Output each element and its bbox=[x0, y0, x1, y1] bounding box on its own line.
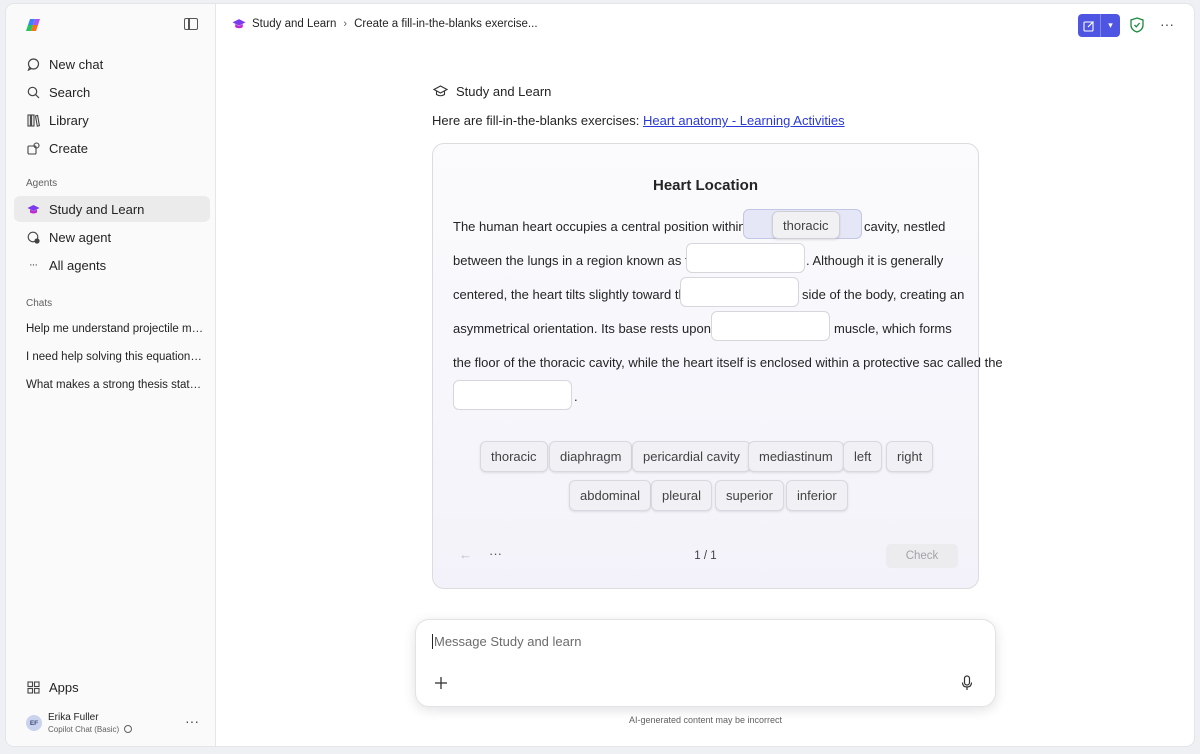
agent-study-and-learn[interactable]: Study and Learn bbox=[14, 196, 210, 222]
search-icon bbox=[26, 85, 40, 99]
new-chat-split-button[interactable]: ▾ bbox=[1078, 14, 1120, 37]
chat-bubble-icon bbox=[26, 57, 40, 71]
check-button[interactable]: Check bbox=[886, 544, 958, 568]
exercise-text: . Although it is generally bbox=[806, 253, 944, 268]
user-name: Erika Fuller bbox=[48, 712, 99, 723]
nav-search-label: Search bbox=[49, 84, 91, 100]
info-icon[interactable] bbox=[124, 725, 133, 733]
copilot-logo-icon[interactable] bbox=[26, 17, 42, 33]
exercise-text: The human heart occupies a central posit… bbox=[453, 219, 768, 234]
plus-icon[interactable] bbox=[434, 676, 448, 690]
nav-library-label: Library bbox=[49, 112, 89, 128]
nav-new-chat[interactable]: New chat bbox=[14, 51, 210, 77]
exercise-title: Heart Location bbox=[652, 177, 758, 194]
breadcrumb-current[interactable]: Create a fill-in-the-blanks exercise... bbox=[354, 18, 537, 30]
chat-item[interactable]: I need help solving this equation 3x... bbox=[26, 351, 204, 363]
exercise-text: . bbox=[574, 389, 578, 404]
agent-all-label: All agents bbox=[49, 257, 107, 273]
create-icon bbox=[26, 141, 40, 155]
agent-new[interactable]: New agent bbox=[14, 224, 210, 250]
user-plan-label: Copilot Chat (Basic) bbox=[48, 725, 120, 734]
chevron-down-icon[interactable]: ▾ bbox=[1101, 14, 1120, 37]
nav-search[interactable]: Search bbox=[14, 79, 210, 105]
learning-activities-link[interactable]: Heart anatomy - Learning Activities bbox=[643, 113, 845, 128]
blank-5[interactable] bbox=[453, 380, 572, 410]
blank-2[interactable] bbox=[686, 243, 805, 273]
more-options-icon[interactable]: ··· bbox=[1160, 16, 1174, 32]
exercise-text: muscle, which forms bbox=[834, 321, 952, 336]
nav-new-chat-label: New chat bbox=[49, 56, 104, 72]
nav-create[interactable]: Create bbox=[14, 135, 210, 161]
user-plan: Copilot Chat (Basic) bbox=[48, 725, 133, 734]
word-bank-chip[interactable]: abdominal bbox=[569, 480, 651, 511]
message-input[interactable] bbox=[432, 634, 952, 649]
message-composer bbox=[415, 619, 996, 707]
word-bank-chip[interactable]: thoracic bbox=[480, 441, 548, 472]
answer-chip[interactable]: thoracic bbox=[772, 211, 840, 239]
shield-check-icon[interactable] bbox=[1130, 17, 1144, 33]
microphone-icon[interactable] bbox=[961, 675, 973, 691]
blank-3[interactable] bbox=[680, 277, 799, 307]
agent-study-and-learn-label: Study and Learn bbox=[49, 201, 145, 217]
sidebar: New chat Search Library Create Agents St… bbox=[6, 4, 216, 746]
agents-section-label: Agents bbox=[26, 178, 58, 189]
word-bank-chip[interactable]: pleural bbox=[651, 480, 713, 511]
chats-section-label: Chats bbox=[26, 298, 53, 309]
exercise-text: centered, the heart tilts slightly towar… bbox=[453, 287, 693, 302]
breadcrumb: Study and Learn › Create a fill-in-the-b… bbox=[232, 18, 538, 30]
word-bank-chip[interactable]: right bbox=[886, 441, 934, 472]
agent-title: Study and Learn bbox=[456, 84, 552, 99]
user-profile[interactable]: EF Erika Fuller Copilot Chat (Basic) bbox=[26, 712, 133, 734]
exercise-text: side of the body, creating an bbox=[802, 287, 965, 302]
nav-create-label: Create bbox=[49, 140, 89, 156]
chat-item[interactable]: Help me understand projectile moti... bbox=[26, 323, 204, 335]
ai-disclaimer: AI-generated content may be incorrect bbox=[628, 715, 783, 725]
word-bank-chip[interactable]: mediastinum bbox=[748, 441, 844, 472]
user-more-icon[interactable]: ··· bbox=[185, 713, 199, 729]
exercise-text: between the lungs in a region known as t… bbox=[453, 253, 704, 268]
exercise-text: the floor of the thoracic cavity, while … bbox=[453, 355, 1003, 370]
avatar: EF bbox=[26, 715, 42, 731]
chevron-right-icon: › bbox=[343, 18, 348, 30]
agent-all[interactable]: ··· All agents bbox=[14, 252, 210, 278]
word-bank-chip[interactable]: inferior bbox=[786, 480, 848, 511]
agent-heading: Study and Learn bbox=[433, 84, 551, 99]
fill-in-blanks-card: Heart Location The human heart occupies … bbox=[432, 143, 1003, 589]
library-icon bbox=[26, 113, 40, 127]
app-window: New chat Search Library Create Agents St… bbox=[6, 4, 1194, 746]
nav-library[interactable]: Library bbox=[14, 107, 210, 133]
nav-apps[interactable]: Apps bbox=[14, 674, 210, 700]
more-icon: ··· bbox=[29, 259, 38, 271]
agent-new-label: New agent bbox=[49, 229, 112, 245]
exercise-text: asymmetrical orientation. Its base rests… bbox=[453, 321, 733, 336]
word-bank-chip[interactable]: pericardial cavity bbox=[632, 441, 751, 472]
graduation-cap-icon bbox=[26, 202, 40, 216]
blank-4[interactable] bbox=[711, 311, 830, 341]
top-bar: Study and Learn › Create a fill-in-the-b… bbox=[217, 4, 1194, 48]
word-bank-chip[interactable]: left bbox=[843, 441, 883, 472]
word-bank-chip[interactable]: diaphragm bbox=[549, 441, 633, 472]
apps-icon bbox=[26, 680, 40, 694]
word-bank-chip[interactable]: superior bbox=[715, 480, 784, 511]
intro-text: Here are fill-in-the-blanks exercises: bbox=[432, 113, 643, 128]
exercise-text: cavity, nestled bbox=[864, 219, 946, 234]
blank-1[interactable]: thoracic bbox=[743, 209, 862, 239]
compose-icon[interactable] bbox=[1078, 14, 1101, 37]
chat-item[interactable]: What makes a strong thesis stateme... bbox=[26, 379, 204, 391]
nav-apps-label: Apps bbox=[49, 679, 79, 695]
graduation-cap-icon bbox=[433, 85, 448, 97]
intro-message: Here are fill-in-the-blanks exercises: H… bbox=[432, 113, 845, 128]
new-agent-icon bbox=[26, 230, 40, 244]
graduation-cap-icon bbox=[232, 19, 246, 29]
sidebar-toggle-icon[interactable] bbox=[184, 18, 198, 30]
breadcrumb-root[interactable]: Study and Learn bbox=[252, 18, 336, 30]
